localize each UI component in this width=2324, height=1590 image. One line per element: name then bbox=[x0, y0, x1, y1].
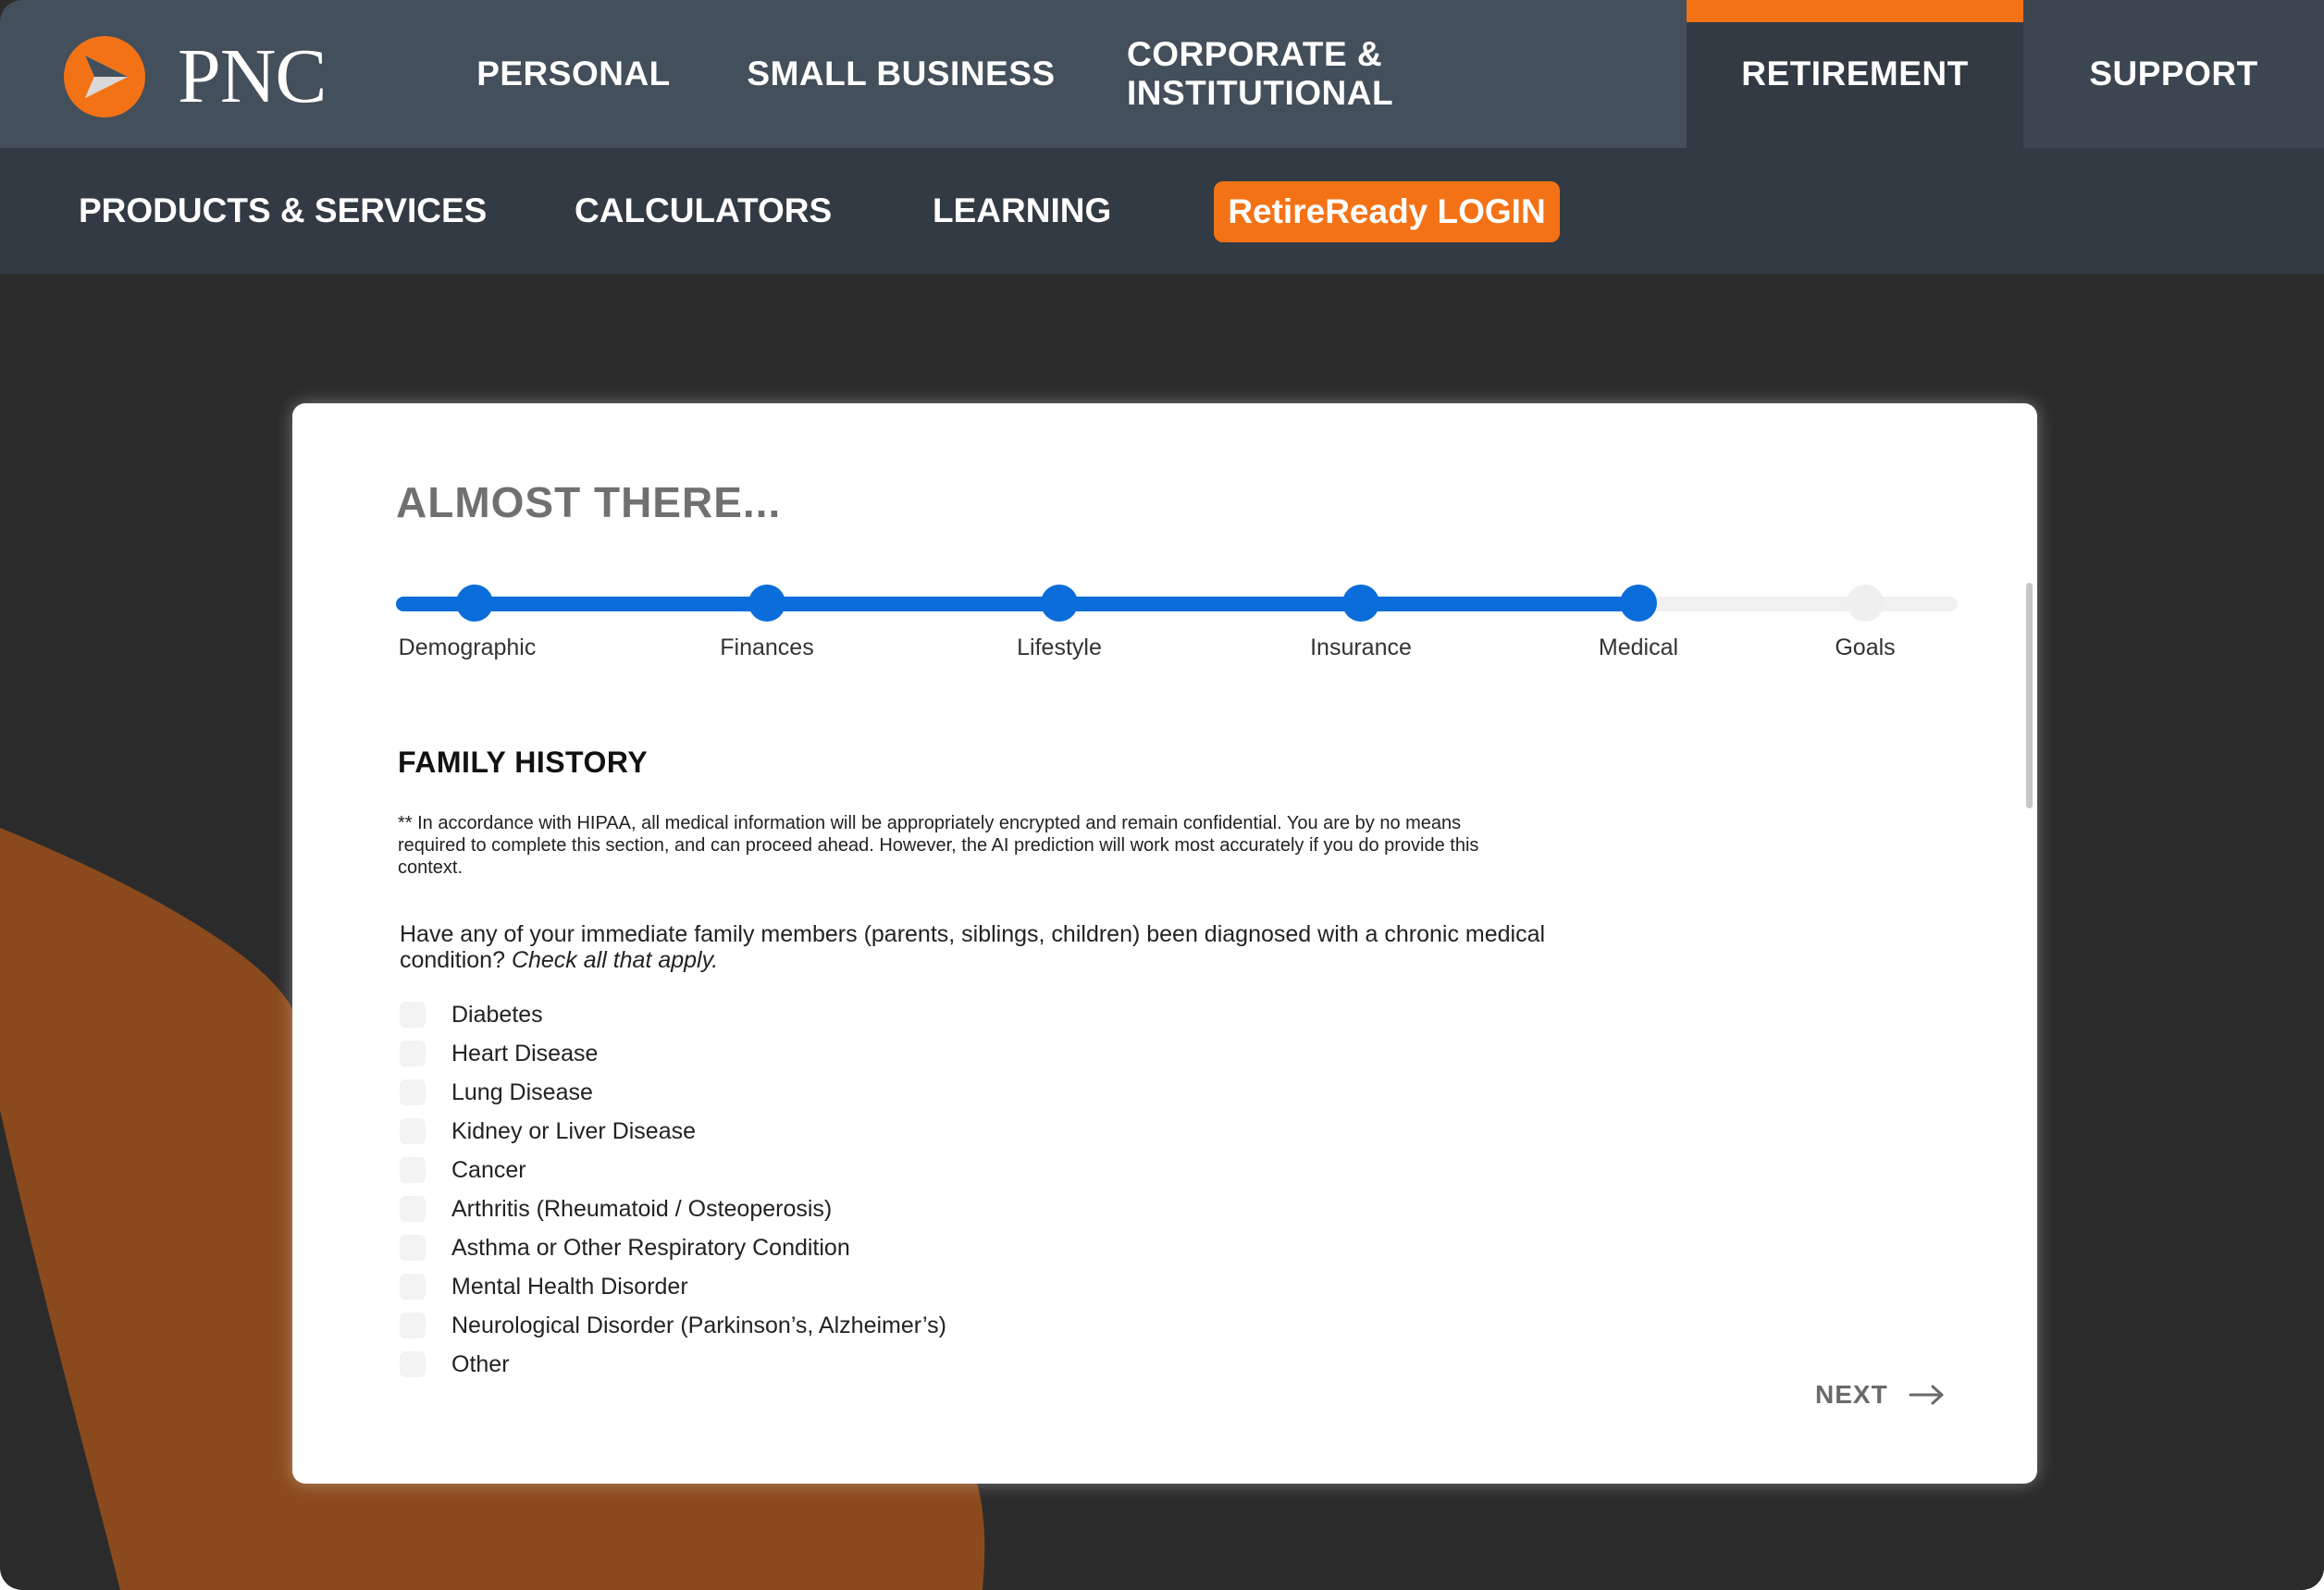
secondary-navigation: PRODUCTS & SERVICES CALCULATORS LEARNING… bbox=[0, 148, 2324, 274]
checkbox-label: Heart Disease bbox=[451, 1040, 599, 1066]
checkbox-option[interactable]: Cancer bbox=[400, 1151, 946, 1189]
checkbox-option[interactable]: Arthritis (Rheumatoid / Osteoperosis) bbox=[400, 1189, 946, 1228]
checkbox-option[interactable]: Lung Disease bbox=[400, 1073, 946, 1112]
nav-retirement[interactable]: RETIREMENT bbox=[1687, 0, 2023, 148]
checkbox[interactable] bbox=[400, 1351, 426, 1377]
checkbox-label: Other bbox=[451, 1350, 510, 1377]
arrow-right-icon bbox=[1909, 1385, 1944, 1405]
checkbox-option[interactable]: Mental Health Disorder bbox=[400, 1267, 946, 1306]
checkbox[interactable] bbox=[400, 1274, 426, 1300]
progress-step-dot bbox=[748, 585, 785, 622]
retireready-login-button[interactable]: RetireReady LOGIN bbox=[1214, 181, 1560, 242]
checkbox-option[interactable]: Heart Disease bbox=[400, 1034, 946, 1073]
progress-step-dot bbox=[1847, 585, 1884, 622]
checkbox-option[interactable]: Asthma or Other Respiratory Condition bbox=[400, 1228, 946, 1267]
nav-corporate-institutional[interactable]: CORPORATE & INSTITUTIONAL bbox=[1127, 0, 1647, 148]
checkbox[interactable] bbox=[400, 1196, 426, 1222]
question-hint: Check all that apply. bbox=[511, 947, 719, 973]
checkbox-label: Neurological Disorder (Parkinson’s, Alzh… bbox=[451, 1312, 946, 1338]
checkbox[interactable] bbox=[400, 1041, 426, 1066]
subnav-learning[interactable]: LEARNING bbox=[933, 148, 1111, 274]
top-navigation: PNC PERSONAL SMALL BUSINESS CORPORATE & … bbox=[0, 0, 2324, 148]
checkbox-option[interactable]: Neurological Disorder (Parkinson’s, Alzh… bbox=[400, 1306, 946, 1345]
scrollbar-thumb[interactable] bbox=[2026, 583, 2033, 808]
subnav-products-services[interactable]: PRODUCTS & SERVICES bbox=[79, 148, 487, 274]
hipaa-notice: ** In accordance with HIPAA, all medical… bbox=[398, 813, 1479, 878]
progress-step-dot bbox=[1620, 585, 1657, 622]
checkbox-label: Lung Disease bbox=[451, 1078, 593, 1105]
progress-step-dot bbox=[456, 585, 493, 622]
checkbox[interactable] bbox=[400, 1313, 426, 1338]
checkbox[interactable] bbox=[400, 1235, 426, 1261]
checkbox-label: Mental Health Disorder bbox=[451, 1273, 688, 1300]
nav-support[interactable]: SUPPORT bbox=[2023, 0, 2324, 148]
checkbox-label: Kidney or Liver Disease bbox=[451, 1117, 697, 1144]
nav-small-business[interactable]: SMALL BUSINESS bbox=[740, 0, 1062, 148]
card-title: ALMOST THERE... bbox=[396, 478, 782, 526]
checkbox[interactable] bbox=[400, 1118, 426, 1144]
nav-personal[interactable]: PERSONAL bbox=[463, 0, 685, 148]
section-title: FAMILY HISTORY bbox=[398, 746, 649, 779]
checkbox[interactable] bbox=[400, 1157, 426, 1183]
progress-step-label: Goals bbox=[1835, 635, 1896, 660]
checkbox-option[interactable]: Diabetes bbox=[400, 995, 946, 1034]
pnc-logo-icon bbox=[64, 36, 145, 117]
checkbox-label: Arthritis (Rheumatoid / Osteoperosis) bbox=[451, 1195, 833, 1222]
checkbox-label: Diabetes bbox=[451, 1001, 543, 1028]
progress-step-dot bbox=[1041, 585, 1078, 622]
progress-step-dot bbox=[1342, 585, 1379, 622]
checkbox[interactable] bbox=[400, 1002, 426, 1028]
subnav-calculators[interactable]: CALCULATORS bbox=[575, 148, 832, 274]
brand-name: PNC bbox=[178, 33, 327, 119]
app-frame: PNC PERSONAL SMALL BUSINESS CORPORATE & … bbox=[0, 0, 2324, 1590]
progress-step-label: Insurance bbox=[1310, 635, 1412, 660]
checkbox[interactable] bbox=[400, 1079, 426, 1105]
next-label: NEXT bbox=[1815, 1380, 1888, 1409]
checkbox-label: Asthma or Other Respiratory Condition bbox=[451, 1234, 850, 1261]
next-button[interactable]: NEXT bbox=[1815, 1376, 1946, 1413]
questionnaire-card: ALMOST THERE... Demographic Finances Lifes… bbox=[292, 403, 2037, 1484]
progress-step-label: Medical bbox=[1598, 635, 1679, 660]
progress-step-label: Lifestyle bbox=[1017, 635, 1102, 660]
checkbox-option[interactable]: Other bbox=[400, 1345, 946, 1384]
progress-step-label: Demographic bbox=[398, 635, 537, 660]
progress-fill bbox=[396, 597, 1638, 611]
pnc-logo[interactable]: PNC bbox=[63, 33, 327, 119]
condition-options: Diabetes Heart Disease Lung Disease Kidney … bbox=[400, 995, 946, 1384]
checkbox-label: Cancer bbox=[451, 1156, 526, 1183]
question-text: Have any of your immediate family member… bbox=[400, 921, 1556, 973]
progress-step-label: Finances bbox=[720, 635, 814, 660]
checkbox-option[interactable]: Kidney or Liver Disease bbox=[400, 1112, 946, 1151]
